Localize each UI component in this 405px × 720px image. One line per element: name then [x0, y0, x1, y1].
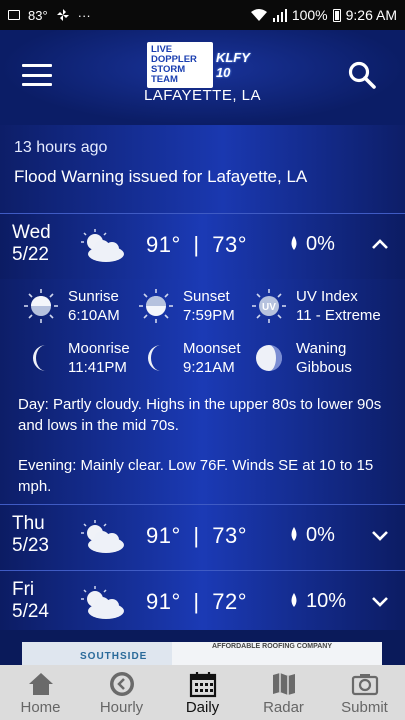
gallery-notification-icon — [8, 10, 20, 20]
moonset-icon — [148, 345, 161, 371]
nav-submit-label: Submit — [341, 699, 388, 716]
nav-radar-label: Radar — [263, 699, 304, 716]
raindrop-icon — [291, 527, 297, 541]
temp-separator: | — [193, 232, 200, 257]
calendar-icon — [189, 672, 216, 698]
day-description: Day: Partly cloudy. Highs in the upper 8… — [18, 396, 382, 434]
uv-icon-text: UV — [262, 302, 276, 313]
low-temp: 73° — [212, 232, 248, 257]
moonset-item: Moonset 9:21AM — [137, 339, 241, 377]
wifi-icon — [250, 8, 267, 21]
partly-cloudy-icon — [81, 586, 124, 619]
nav-home[interactable]: Home — [0, 665, 81, 720]
status-bar: 83° ··· 100% 9:26 AM — [0, 0, 405, 30]
clock-icon — [109, 672, 134, 696]
uv-item: UV UV Index 11 - Extreme — [250, 287, 381, 325]
nav-daily[interactable]: Daily — [162, 665, 243, 720]
ad-left-text: SOUTHSIDE — [80, 651, 148, 662]
nav-radar[interactable]: Radar — [243, 665, 324, 720]
uv-label: UV Index — [296, 288, 358, 305]
logo-line1: LIVE DOPPLER — [151, 44, 197, 65]
evening-description: Evening: Mainly clear. Low 76F. Winds SE… — [18, 457, 374, 495]
ad-area: SOUTHSIDE AFFORDABLE ROOFING COMPANY — [0, 630, 405, 666]
high-temp: 91° — [146, 523, 181, 548]
status-more: ··· — [77, 7, 91, 23]
moonset-label: Moonset — [183, 340, 241, 357]
day-details: Sunrise 6:10AM Sunset 7:59PM UV UV Index… — [0, 279, 405, 504]
moonset-value: 9:21AM — [183, 359, 235, 376]
moonrise-item: Moonrise 11:41PM — [22, 339, 130, 377]
chevron-down-icon[interactable] — [371, 529, 389, 541]
moon-phase-icon — [256, 345, 282, 371]
status-temp: 83° — [28, 7, 48, 23]
precip-chance: 0% — [306, 524, 335, 546]
nav-daily-label: Daily — [185, 699, 220, 716]
raindrop-icon — [291, 236, 297, 250]
location-label: LAFAYETTE, LA — [143, 87, 262, 104]
sunset-item: Sunset 7:59PM — [137, 287, 235, 325]
moonrise-value: 11:41PM — [68, 359, 127, 376]
moon-phase-line1: Waning — [296, 340, 347, 357]
sunset-label: Sunset — [183, 288, 230, 305]
logo-line2: STORM TEAM — [151, 64, 186, 85]
status-time: 9:26 AM — [345, 7, 397, 23]
temp-separator: | — [193, 523, 200, 548]
low-temp: 72° — [212, 589, 248, 614]
battery-icon — [332, 8, 341, 22]
precip-chance: 10% — [306, 590, 347, 612]
nav-home-label: Home — [20, 699, 61, 716]
sunrise-label: Sunrise — [68, 288, 119, 305]
camera-icon — [351, 674, 378, 696]
day-row-thu[interactable]: Thu 5/23 91° | 73° 0% — [0, 504, 405, 570]
station-logo: LIVE DOPPLER STORM TEAM KLFY 10 — [147, 42, 259, 88]
day-row-wed[interactable]: Wed 5/22 91° | 73° 0% — [0, 213, 405, 279]
signal-icon — [272, 8, 287, 22]
search-icon[interactable] — [347, 60, 377, 90]
partly-cloudy-icon — [81, 229, 124, 262]
moon-phase-line2: Gibbous — [296, 359, 352, 376]
temp-separator: | — [193, 589, 200, 614]
nav-submit[interactable]: Submit — [324, 665, 405, 720]
sunset-value: 7:59PM — [183, 307, 235, 324]
date-label: 5/22 — [12, 244, 49, 265]
uv-index-icon: UV — [252, 289, 286, 323]
nav-hourly-label: Hourly — [99, 699, 144, 716]
app-header: LIVE DOPPLER STORM TEAM KLFY 10 LAFAYETT… — [0, 30, 405, 125]
moonrise-icon — [33, 345, 46, 371]
chevron-up-icon[interactable] — [371, 238, 389, 250]
precip-chance: 0% — [306, 233, 335, 255]
date-label: 5/24 — [12, 601, 49, 622]
alert-time: 13 hours ago — [14, 139, 108, 156]
sunset-icon — [139, 289, 173, 323]
ad-right-text: AFFORDABLE ROOFING COMPANY — [212, 643, 333, 650]
menu-icon[interactable] — [22, 64, 52, 86]
day-row-fri[interactable]: Fri 5/24 91° | 72° 10% — [0, 570, 405, 636]
sunrise-item: Sunrise 6:10AM — [22, 287, 120, 325]
uv-value: 11 - Extreme — [296, 307, 381, 324]
battery-percent: 100% — [291, 7, 328, 23]
ad-banner[interactable]: SOUTHSIDE AFFORDABLE ROOFING COMPANY — [22, 642, 382, 666]
day-label: Thu — [12, 513, 45, 534]
alert-text: Flood Warning issued for Lafayette, LA — [14, 167, 308, 186]
moon-phase-item: Waning Gibbous — [250, 339, 352, 377]
fan-notification-icon — [56, 9, 69, 21]
high-temp: 91° — [146, 589, 181, 614]
home-icon — [28, 673, 53, 695]
chevron-down-icon[interactable] — [371, 595, 389, 607]
high-temp: 91° — [146, 232, 181, 257]
logo-station: KLFY 10 — [215, 50, 250, 80]
partly-cloudy-icon — [81, 520, 124, 553]
sunrise-icon — [24, 289, 58, 323]
nav-hourly[interactable]: Hourly — [81, 665, 162, 720]
raindrop-icon — [291, 593, 297, 607]
moonrise-label: Moonrise — [68, 340, 130, 357]
day-label: Wed — [12, 222, 51, 243]
weather-alert[interactable]: 13 hours ago Flood Warning issued for La… — [0, 125, 405, 213]
sunrise-value: 6:10AM — [68, 307, 120, 324]
low-temp: 73° — [212, 523, 248, 548]
map-icon — [272, 673, 295, 695]
bottom-nav: Home Hourly Daily Radar Submit — [0, 665, 405, 720]
date-label: 5/23 — [12, 535, 49, 556]
day-label: Fri — [12, 579, 35, 600]
